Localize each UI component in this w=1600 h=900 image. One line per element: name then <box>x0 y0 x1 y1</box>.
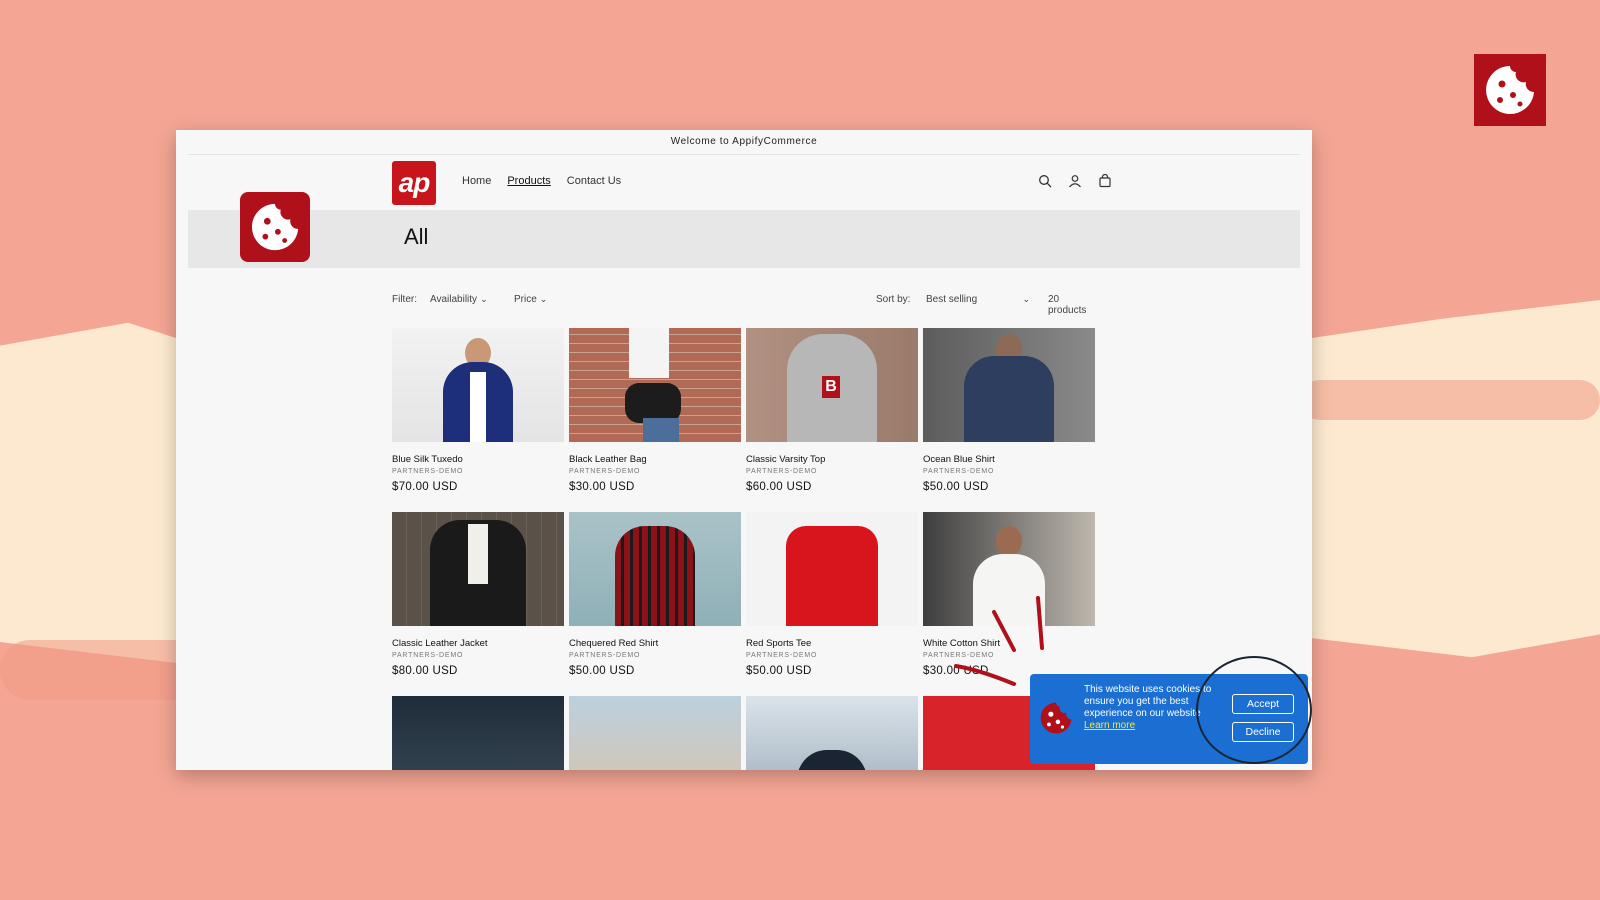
product-price: $70.00 USD <box>392 481 458 493</box>
product-image[interactable] <box>392 512 564 626</box>
background-streak <box>1300 380 1600 420</box>
cookie-consent-banner: This website uses cookies to ensure you … <box>1030 674 1308 764</box>
product-vendor: PARTNERS-DEMO <box>569 652 641 659</box>
product-image[interactable]: B <box>746 328 918 442</box>
chevron-down-icon: ⌄ <box>539 294 548 304</box>
product-price: $30.00 USD <box>569 481 635 493</box>
product-vendor: PARTNERS-DEMO <box>392 652 464 659</box>
product-card[interactable]: Red Sports Tee PARTNERS-DEMO $50.00 USD <box>746 512 918 677</box>
product-price: $80.00 USD <box>392 665 458 677</box>
availability-filter-label: Availability <box>430 294 478 305</box>
product-vendor: PARTNERS-DEMO <box>569 468 641 475</box>
store-logo[interactable]: ap <box>392 161 436 205</box>
sort-select[interactable]: Best selling ⌄ <box>926 294 1030 305</box>
product-card[interactable]: B Classic Varsity Top PARTNERS-DEMO $60.… <box>746 328 918 493</box>
product-price: $50.00 USD <box>746 665 812 677</box>
nav-products[interactable]: Products <box>507 175 550 187</box>
account-icon[interactable] <box>1066 172 1084 190</box>
product-vendor: PARTNERS-DEMO <box>746 468 818 475</box>
product-name[interactable]: Blue Silk Tuxedo <box>392 454 564 465</box>
product-card[interactable] <box>569 696 741 770</box>
price-filter-label: Price <box>514 294 537 305</box>
sort-label: Sort by: <box>876 294 911 305</box>
consent-message: This website uses cookies to ensure you … <box>1084 684 1232 732</box>
nav-contact-us[interactable]: Contact Us <box>567 175 621 187</box>
announcement-bar: Welcome to AppifyCommerce <box>188 130 1300 155</box>
product-name[interactable]: Chequered Red Shirt <box>569 638 741 649</box>
consent-text: This website uses cookies to ensure you … <box>1084 684 1212 719</box>
product-vendor: PARTNERS-DEMO <box>923 468 995 475</box>
main-nav: Home Products Contact Us <box>462 175 621 187</box>
product-image[interactable] <box>569 512 741 626</box>
product-card[interactable]: Chequered Red Shirt PARTNERS-DEMO $50.00… <box>569 512 741 677</box>
product-count: 20 products <box>1048 294 1087 316</box>
product-image[interactable] <box>746 512 918 626</box>
product-card[interactable] <box>746 696 918 770</box>
product-vendor: PARTNERS-DEMO <box>746 652 818 659</box>
product-price: $50.00 USD <box>569 665 635 677</box>
filter-label: Filter: <box>392 294 417 305</box>
product-image[interactable] <box>392 328 564 442</box>
product-card[interactable]: Black Leather Bag PARTNERS-DEMO $30.00 U… <box>569 328 741 493</box>
cart-icon[interactable] <box>1096 172 1114 190</box>
product-card[interactable]: Classic Leather Jacket PARTNERS-DEMO $80… <box>392 512 564 677</box>
product-name[interactable]: Red Sports Tee <box>746 638 918 649</box>
cookie-icon <box>1038 700 1074 736</box>
chevron-down-icon: ⌄ <box>1022 294 1030 304</box>
product-image[interactable] <box>569 696 741 770</box>
sort-select-value: Best selling <box>926 294 978 305</box>
availability-filter[interactable]: Availability ⌄ <box>430 294 488 305</box>
filter-bar: Filter: Availability ⌄ Price ⌄ Sort by: Be… <box>392 292 1096 316</box>
site-header: ap Home Products Contact Us <box>176 155 1312 211</box>
nav-home[interactable]: Home <box>462 175 491 187</box>
product-name[interactable]: Classic Varsity Top <box>746 454 918 465</box>
accept-button[interactable]: Accept <box>1232 694 1294 714</box>
chevron-down-icon: ⌄ <box>480 294 488 304</box>
product-price: $50.00 USD <box>923 481 989 493</box>
header-icons <box>1036 172 1114 190</box>
collection-hero: All <box>188 210 1300 268</box>
product-name[interactable]: Ocean Blue Shirt <box>923 454 1095 465</box>
product-name[interactable]: Black Leather Bag <box>569 454 741 465</box>
product-price: $60.00 USD <box>746 481 812 493</box>
decline-button[interactable]: Decline <box>1232 722 1294 742</box>
product-image[interactable] <box>746 696 918 770</box>
page-title: All <box>404 224 429 249</box>
price-filter[interactable]: Price ⌄ <box>514 294 547 305</box>
product-image[interactable] <box>392 696 564 770</box>
product-image[interactable] <box>569 328 741 442</box>
cookie-badge-icon <box>1474 54 1546 126</box>
search-icon[interactable] <box>1036 172 1054 190</box>
learn-more-link[interactable]: Learn more <box>1084 720 1232 732</box>
cookie-app-icon <box>240 192 310 262</box>
product-card[interactable] <box>392 696 564 770</box>
product-vendor: PARTNERS-DEMO <box>392 468 464 475</box>
product-name[interactable]: Classic Leather Jacket <box>392 638 564 649</box>
product-card[interactable]: Ocean Blue Shirt PARTNERS-DEMO $50.00 US… <box>923 328 1095 493</box>
product-card[interactable]: Blue Silk Tuxedo PARTNERS-DEMO $70.00 US… <box>392 328 564 493</box>
product-image[interactable] <box>923 328 1095 442</box>
